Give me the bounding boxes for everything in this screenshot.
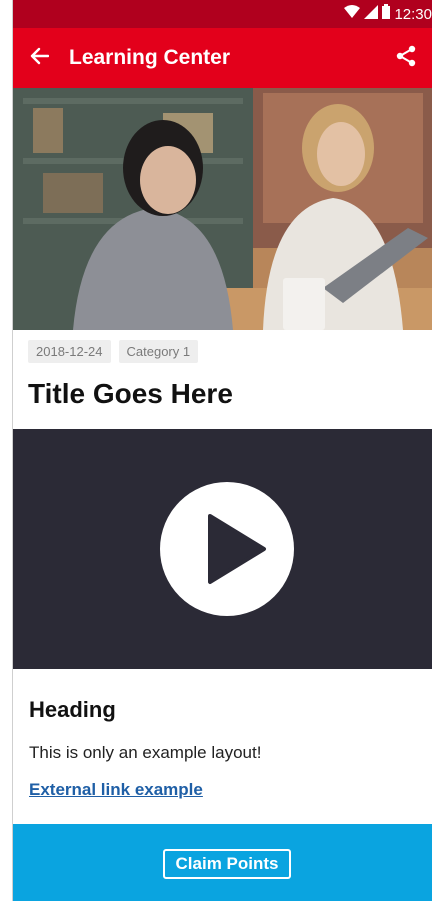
date-tag: 2018-12-24 (28, 340, 111, 363)
app-bar: Learning Center (13, 28, 432, 88)
share-button[interactable] (388, 40, 424, 76)
claim-points-button[interactable]: Claim Points (163, 849, 291, 879)
category-tag: Category 1 (118, 340, 199, 363)
play-button[interactable] (160, 482, 294, 616)
play-icon (160, 514, 294, 620)
wifi-icon (344, 4, 361, 24)
arrow-left-icon (29, 46, 50, 71)
section-heading: Heading (29, 697, 116, 722)
article-title: Title Goes Here (28, 378, 233, 409)
article-tags: 2018-12-24 Category 1 (28, 340, 199, 363)
app-title: Learning Center (69, 46, 231, 69)
status-icons: 12:30 (344, 0, 432, 28)
external-link[interactable]: External link example (29, 780, 203, 800)
share-icon (395, 45, 417, 72)
footer-bar: Claim Points (13, 824, 432, 901)
body-text: This is only an example layout! (29, 743, 262, 762)
status-time: 12:30 (394, 5, 432, 23)
status-bar: 12:30 (13, 0, 432, 28)
app-screen: 12:30 Learning Center 2018-12-24 Categor… (0, 0, 432, 901)
hero-image (13, 88, 432, 330)
back-button[interactable] (13, 28, 65, 88)
battery-icon (382, 4, 391, 24)
signal-icon (364, 4, 379, 24)
video-player[interactable] (13, 429, 432, 669)
